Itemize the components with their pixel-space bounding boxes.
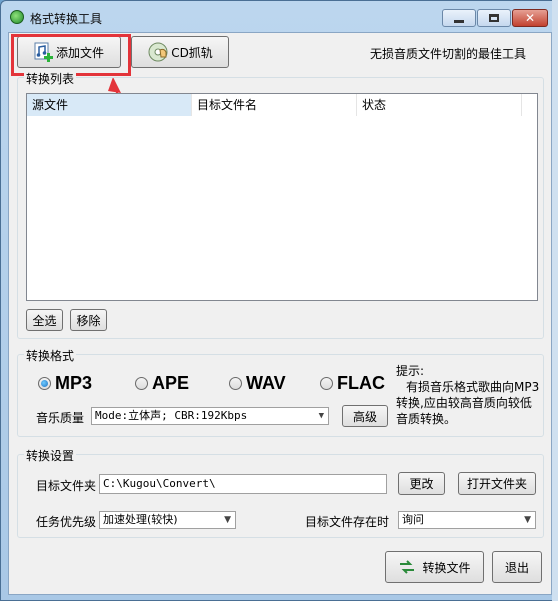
minimize-button[interactable] [442,9,476,27]
maximize-icon [489,14,499,22]
priority-label: 任务优先级 [36,515,97,529]
radio-flac[interactable]: FLAC [320,373,385,394]
radio-mp3-indicator [38,377,51,390]
cd-rip-button[interactable]: CD抓轨 [131,36,229,68]
radio-wav-label: WAV [246,373,286,393]
convert-label: 转换文件 [422,560,471,575]
exists-label: 目标文件存在时 [305,515,390,529]
column-header-target[interactable]: 目标文件名 [192,94,357,116]
tip-line-2: 转换,应由较高音质向较低 [396,396,532,410]
radio-mp3[interactable]: MP3 [38,373,92,394]
radio-wav-indicator [229,377,242,390]
cd-rip-label: CD抓轨 [171,45,213,60]
radio-mp3-label: MP3 [55,373,93,393]
quality-label: 音乐质量 [36,411,85,425]
chevron-down-icon: ▼ [318,411,324,421]
advanced-button[interactable]: 高级 [342,405,388,427]
exists-select[interactable]: 询问 ▼ [398,511,536,529]
slogan: 无损音质文件切割的最佳工具 [370,47,527,61]
open-folder-button[interactable]: 打开文件夹 [458,472,536,495]
radio-wav[interactable]: WAV [229,373,286,394]
app-icon [10,10,24,24]
priority-select-value: 加速处理(较快) [103,513,178,526]
cd-icon [148,42,168,62]
format-group-label: 转换格式 [24,347,77,364]
radio-flac-label: FLAC [337,373,385,393]
target-folder-label: 目标文件夹 [36,479,97,493]
chevron-down-icon: ▼ [224,515,231,525]
close-button[interactable]: ✕ [512,9,548,27]
radio-ape[interactable]: APE [135,373,189,394]
maximize-button[interactable] [477,9,511,27]
change-button[interactable]: 更改 [398,472,445,495]
main-panel: 添加文件 CD抓轨 无损音质文件切割的最佳工具 转换列表 源文件 目标文件名 状… [8,32,552,595]
conversion-list-label: 转换列表 [24,70,77,87]
remove-button[interactable]: 移除 [70,309,107,331]
convert-icon [400,560,415,574]
radio-ape-indicator [135,377,148,390]
window-title: 格式转换工具 [30,12,103,26]
radio-ape-label: APE [152,373,190,393]
tip-line-1: 有损音乐格式歌曲向MP3 [406,380,540,394]
column-header-source[interactable]: 源文件 [27,94,192,116]
quality-select-value: Mode:立体声; CBR:192Kbps [95,409,248,422]
minimize-icon [454,19,464,23]
tip-line-3: 音质转换。 [396,412,457,426]
chevron-down-icon: ▼ [524,515,531,525]
radio-flac-indicator [320,377,333,390]
title-bar[interactable]: 格式转换工具 ✕ [1,1,557,33]
column-header-status[interactable]: 状态 [357,94,522,116]
quality-select[interactable]: Mode:立体声; CBR:192Kbps ▼ [91,407,329,425]
target-folder-field[interactable]: C:\Kugou\Convert\ [99,474,387,494]
settings-group-label: 转换设置 [24,447,77,464]
exists-select-value: 询问 [402,513,424,526]
priority-select[interactable]: 加速处理(较快) ▼ [99,511,236,529]
close-icon: ✕ [524,11,536,25]
tip-title: 提示: [396,364,425,378]
background-strip [552,0,558,601]
exit-button[interactable]: 退出 [492,551,542,583]
conversion-list[interactable]: 源文件 目标文件名 状态 [26,93,538,301]
convert-button[interactable]: 转换文件 [385,551,484,583]
app-window: 格式转换工具 ✕ 添加文件 CD抓轨 无损音质文件切割的最佳工具 转换列表 源文… [0,0,558,601]
select-all-button[interactable]: 全选 [26,309,63,331]
